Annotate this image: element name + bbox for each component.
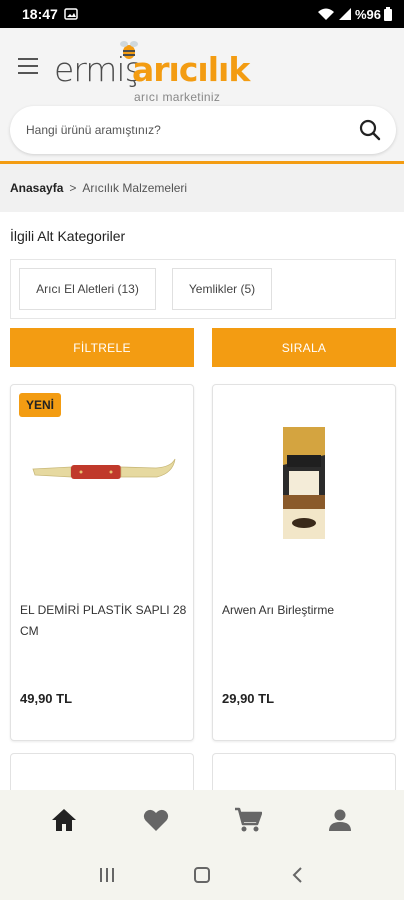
search-icon[interactable] <box>358 118 382 142</box>
subcategory-title: İlgili Alt Kategoriler <box>10 228 126 244</box>
cart-icon <box>235 807 262 832</box>
breadcrumb: Anasayfa > Arıcılık Malzemeleri <box>10 181 187 195</box>
product-card-partial[interactable] <box>212 753 396 793</box>
new-badge: YENİ <box>19 393 62 417</box>
gallery-icon <box>64 8 78 20</box>
brand-logo[interactable]: ermiş arıcılık arıcı marketiniz <box>54 36 250 104</box>
product-price: 29,90 TL <box>222 691 275 706</box>
product-price: 49,90 TL <box>20 691 73 706</box>
product-name: EL DEMİRİ PLASTİK SAPLI 28 CM <box>20 603 187 638</box>
breadcrumb-home[interactable]: Anasayfa <box>10 181 63 195</box>
status-time: 18:47 <box>22 6 58 22</box>
home-icon <box>52 809 76 831</box>
status-bar: 18:47 %96 <box>0 0 404 28</box>
heart-icon <box>143 809 169 831</box>
system-nav <box>0 850 404 900</box>
product-card[interactable]: Arwen Arı Birleştirme 29,90 TL <box>212 384 396 741</box>
back-icon <box>292 867 302 883</box>
breadcrumb-current: Arıcılık Malzemeleri <box>82 181 188 195</box>
account-icon <box>329 809 351 831</box>
product-card-partial[interactable] <box>10 753 194 793</box>
subcategory-list: Arıcı El Aletleri (13) Yemlikler (5) <box>10 259 396 319</box>
search-bar[interactable] <box>10 106 396 154</box>
filter-button[interactable]: FİLTRELE <box>10 328 194 367</box>
logo-tagline: arıcı marketiniz <box>134 90 221 104</box>
app-header: ermiş arıcılık arıcı marketiniz <box>0 28 404 163</box>
product-card[interactable]: YENİ EL DEMİRİ PLASTİK SAPLI 28 CM 49,90… <box>10 384 194 741</box>
nav-account[interactable] <box>320 800 360 840</box>
sort-button[interactable]: SIRALA <box>212 328 396 367</box>
menu-icon[interactable] <box>18 58 38 74</box>
product-name: Arwen Arı Birleştirme <box>222 603 335 617</box>
recent-apps-icon <box>100 868 115 882</box>
home-system-button[interactable] <box>187 860 217 890</box>
header-divider <box>0 161 404 164</box>
signal-icon <box>338 8 351 20</box>
subcategory-chip[interactable]: Arıcı El Aletleri (13) <box>19 268 156 310</box>
breadcrumb-separator: > <box>69 181 77 195</box>
logo-text-aricilik: arıcılık <box>132 50 250 89</box>
bottom-nav <box>0 790 404 850</box>
battery-percent: %96 <box>354 6 381 22</box>
search-input[interactable] <box>26 123 358 137</box>
nav-favorites[interactable] <box>136 800 176 840</box>
home-square-icon <box>193 867 210 883</box>
back-button[interactable] <box>282 860 312 890</box>
wifi-icon <box>317 8 334 20</box>
product-image-box <box>283 427 325 539</box>
nav-cart[interactable] <box>228 800 268 840</box>
nav-home[interactable] <box>44 800 84 840</box>
subcategory-chip[interactable]: Yemlikler (5) <box>172 268 272 310</box>
battery-icon <box>384 7 392 21</box>
recent-apps-button[interactable] <box>92 860 122 890</box>
main-content: İlgili Alt Kategoriler Arıcı El Aletleri… <box>0 212 404 793</box>
product-image-hive-tool <box>32 458 176 479</box>
